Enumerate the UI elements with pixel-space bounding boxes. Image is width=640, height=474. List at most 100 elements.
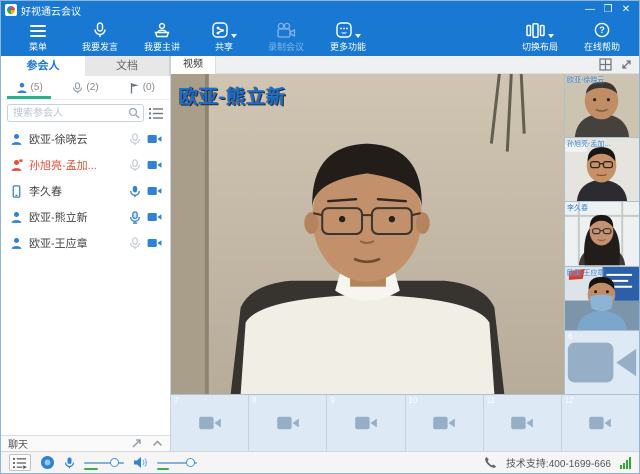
mic-speaking-icon[interactable] — [129, 211, 141, 224]
video-area: 欧亚-熊立新 欧亚-徐晓云 — [171, 74, 639, 394]
switch-layout-button[interactable]: 切换布局 — [509, 19, 571, 56]
participant-name: 李久春 — [29, 183, 123, 199]
participant-row[interactable]: 孙旭亮-孟加... — [1, 152, 170, 178]
speaker-slider-knob[interactable] — [186, 458, 195, 467]
camera-on-icon[interactable] — [147, 159, 162, 171]
share-button[interactable]: 共享 — [193, 19, 255, 56]
tab-video[interactable]: 视频 — [171, 56, 216, 74]
filter-speaking-count: (2) — [86, 82, 98, 93]
thumbnail-column: 欧亚-徐晓云 — [564, 74, 639, 394]
mic-on-icon[interactable] — [129, 185, 141, 198]
thumbnail-name-label: 孙旭亮-孟加... — [567, 139, 610, 149]
camera-placeholder-icon — [353, 414, 379, 432]
thumbnail-name-label: 欧亚-徐晓云 — [567, 75, 604, 85]
tab-documents[interactable]: 文档 — [85, 56, 170, 76]
flag-icon — [129, 82, 140, 94]
video-wall-icon[interactable] — [599, 58, 612, 71]
toolbar-left-group: 菜单 我要发言 我要主讲 共享 — [7, 19, 509, 56]
main-speaker-video[interactable]: 欧亚-熊立新 — [171, 74, 564, 394]
camera-settings-button[interactable] — [40, 455, 55, 470]
menu-button[interactable]: 菜单 — [7, 19, 69, 56]
speaker-volume-slider[interactable] — [157, 457, 197, 469]
person-icon — [16, 82, 28, 94]
mic-volume-button[interactable] — [64, 456, 75, 470]
record-camera-icon — [276, 22, 296, 38]
speaker-volume-button[interactable] — [133, 456, 148, 469]
participant-row[interactable]: 欧亚-熊立新 — [1, 204, 170, 230]
sidebar: 参会人 文档 (5) (2) (0) — [1, 56, 171, 451]
presenter-icon — [153, 22, 171, 38]
sidebar-tabs: 参会人 文档 — [1, 56, 170, 76]
camera-on-icon[interactable] — [147, 185, 162, 197]
empty-video-slot[interactable]: 12 — [562, 395, 639, 451]
more-dropdown-caret — [355, 34, 361, 38]
participant-name: 欧亚-徐晓云 — [29, 131, 123, 147]
fullscreen-icon[interactable] — [620, 58, 633, 71]
search-box — [7, 104, 144, 122]
menu-label: 菜单 — [29, 40, 47, 53]
participant-row[interactable]: 李久春 — [1, 178, 170, 204]
mic-off-icon[interactable] — [129, 159, 141, 172]
layout-icon — [526, 22, 554, 38]
camera-placeholder-icon — [197, 414, 223, 432]
video-thumbnail[interactable]: 欧亚-徐晓云 — [565, 74, 639, 138]
mic-volume-slider[interactable] — [84, 457, 124, 469]
share-label: 共享 — [215, 40, 233, 53]
request-speak-button[interactable]: 我要发言 — [69, 19, 131, 56]
slot-number: 9 — [330, 396, 334, 405]
slot-number: 7 — [174, 396, 178, 405]
status-bar: 技术支持:400-1699-666 — [1, 451, 639, 473]
video-thumbnail[interactable]: 孙旭亮-孟加... — [565, 138, 639, 202]
speaker-video-scene — [171, 74, 564, 394]
slot-number: 12 — [565, 396, 574, 405]
filter-speaking[interactable]: (2) — [57, 76, 113, 99]
filter-hand-raised[interactable]: (0) — [114, 76, 170, 99]
svg-text:?: ? — [599, 25, 605, 35]
meeting-info-button[interactable] — [9, 454, 31, 471]
empty-video-slot[interactable]: 11 — [484, 395, 562, 451]
window-title: 好视通云会议 — [21, 3, 581, 18]
mic-off-icon[interactable] — [129, 237, 141, 250]
camera-placeholder-icon — [587, 414, 613, 432]
popout-icon[interactable] — [131, 438, 142, 449]
slot-number: 8 — [252, 396, 256, 405]
online-help-button[interactable]: ? 在线帮助 — [571, 19, 633, 56]
close-button[interactable]: ✕ — [617, 1, 635, 19]
minimize-button[interactable]: — — [581, 1, 599, 19]
empty-video-slot[interactable]: 8 — [249, 395, 327, 451]
camera-placeholder-icon — [509, 414, 535, 432]
video-tabbar-icons — [599, 58, 639, 71]
share-icon — [212, 22, 237, 38]
camera-on-icon[interactable] — [147, 211, 162, 223]
request-present-button[interactable]: 我要主讲 — [131, 19, 193, 56]
thumbnail-name-label: 欧亚-王应章 — [567, 268, 604, 278]
menu-icon — [29, 22, 47, 38]
collapse-chevron-icon[interactable] — [152, 440, 163, 447]
search-icon — [128, 107, 140, 119]
participant-name: 孙旭亮-孟加... — [29, 157, 123, 173]
empty-video-slot[interactable]: 9 — [327, 395, 405, 451]
empty-video-slot[interactable]: 6 — [565, 331, 639, 394]
search-input[interactable] — [7, 104, 144, 122]
chat-panel-header[interactable]: 聊天 — [1, 435, 170, 451]
more-functions-button[interactable]: 更多功能 — [317, 19, 379, 56]
list-view-toggle-icon[interactable] — [149, 107, 164, 120]
bottom-slot-row: 7 8 9 10 11 — [171, 394, 639, 451]
camera-settings-icon — [40, 455, 55, 470]
camera-placeholder-icon — [275, 414, 301, 432]
participant-row[interactable]: 欧亚-王应章 — [1, 230, 170, 256]
video-thumbnail[interactable]: 李久春 — [565, 202, 639, 266]
video-thumbnail[interactable]: 欧亚-王应章 — [565, 267, 639, 331]
empty-video-slot[interactable]: 7 — [171, 395, 249, 451]
title-bar: 好视通云会议 — ❐ ✕ — [1, 1, 639, 19]
person-icon — [10, 237, 23, 250]
camera-on-icon[interactable] — [147, 237, 162, 249]
participant-row[interactable]: 欧亚-徐晓云 — [1, 126, 170, 152]
filter-all-participants[interactable]: (5) — [1, 76, 57, 99]
maximize-button[interactable]: ❐ — [599, 1, 617, 19]
camera-on-icon[interactable] — [147, 133, 162, 145]
mic-off-icon[interactable] — [129, 133, 141, 146]
mic-slider-knob[interactable] — [110, 458, 119, 467]
tab-participants[interactable]: 参会人 — [1, 56, 85, 76]
empty-video-slot[interactable]: 10 — [406, 395, 484, 451]
